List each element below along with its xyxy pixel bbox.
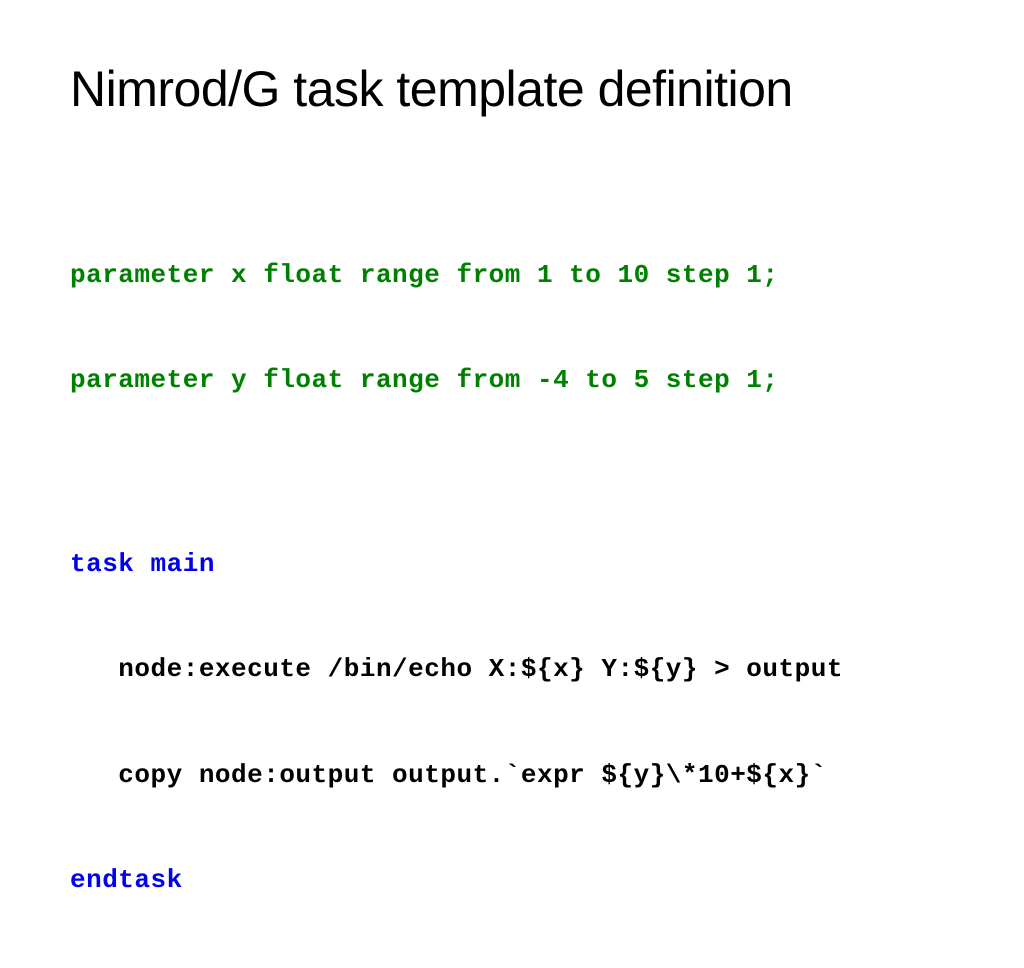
code-body-line-2: copy node:output output.`expr ${y}\*10+$…	[70, 758, 954, 793]
code-task-keyword: task main	[70, 547, 954, 582]
code-end-keyword: endtask	[70, 863, 954, 898]
code-block: parameter x float range from 1 to 10 ste…	[70, 188, 954, 968]
slide-title: Nimrod/G task template definition	[70, 60, 954, 118]
slide-container: Nimrod/G task template definition parame…	[0, 0, 1024, 768]
code-param-x: parameter x float range from 1 to 10 ste…	[70, 258, 954, 293]
code-body-line-1: node:execute /bin/echo X:${x} Y:${y} > o…	[70, 652, 954, 687]
code-gap	[70, 469, 954, 477]
code-param-y: parameter y float range from -4 to 5 ste…	[70, 363, 954, 398]
